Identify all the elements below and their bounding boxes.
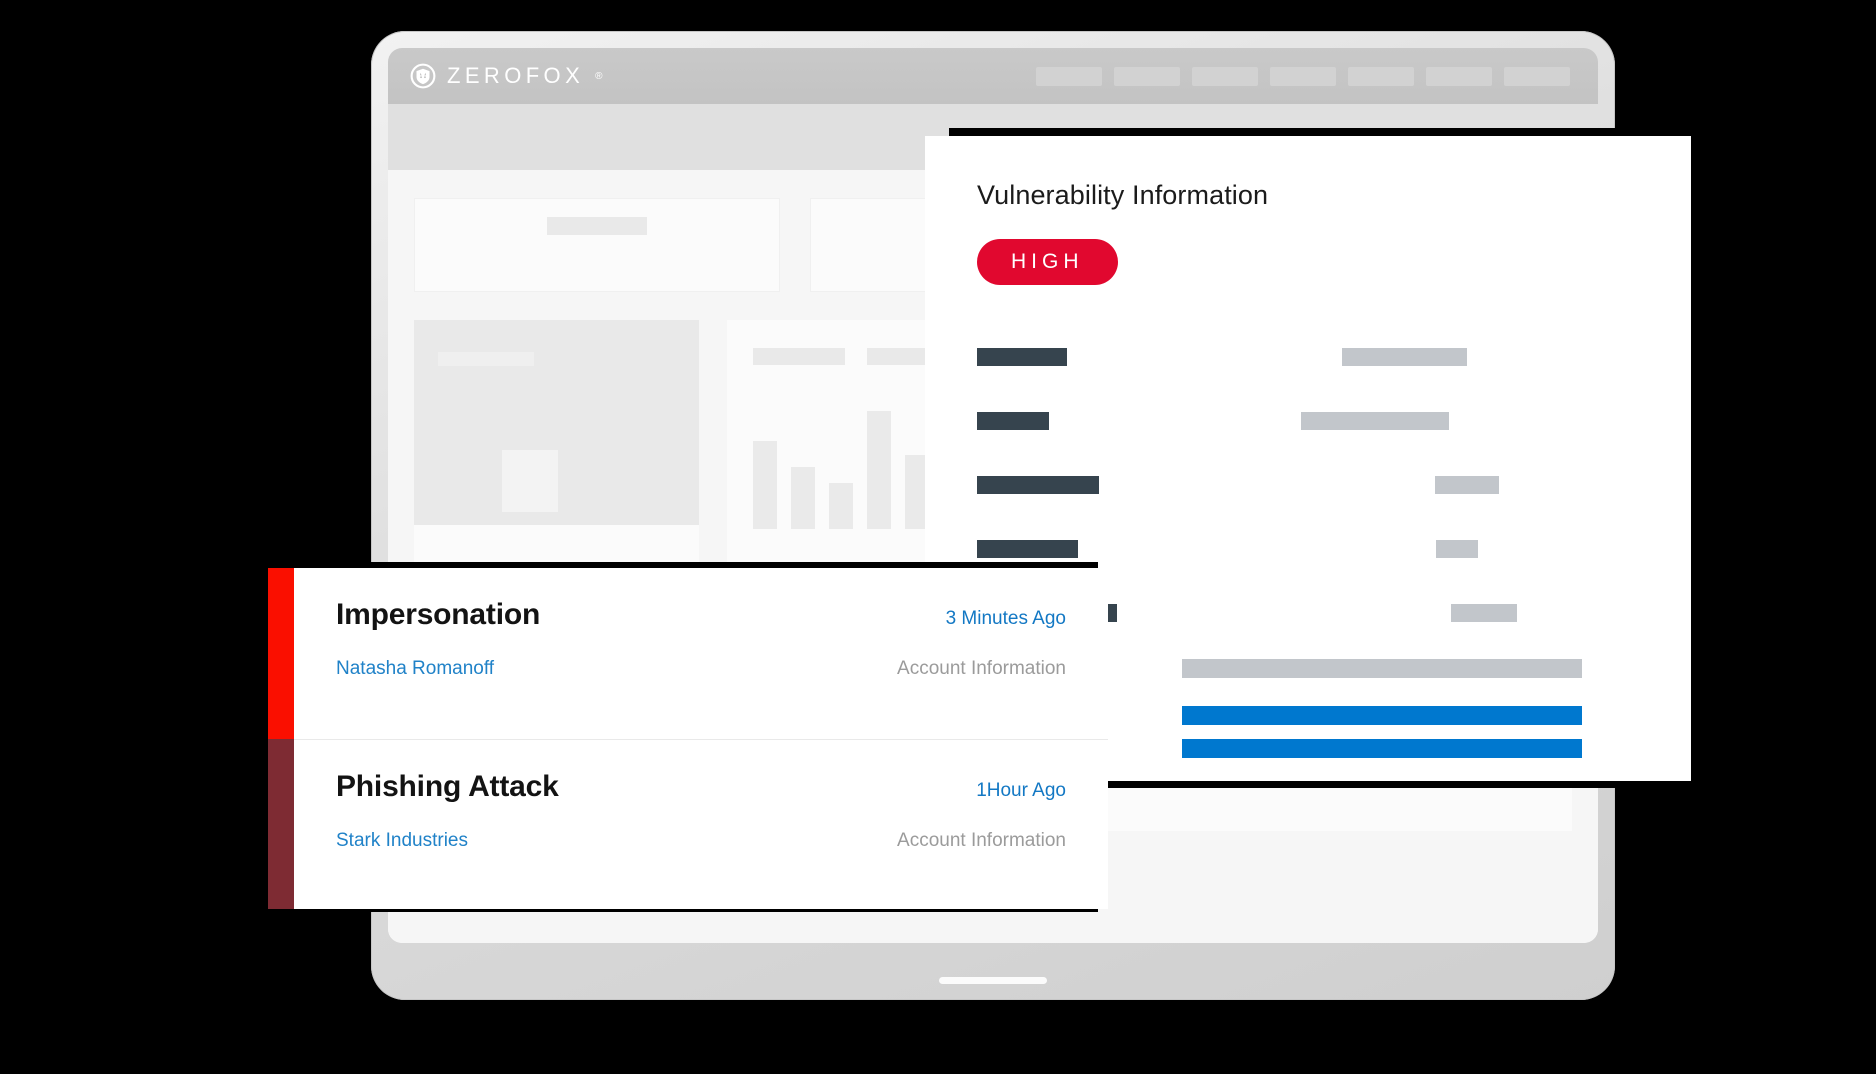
alert-secondary-line: Natasha Romanoff Account Information [336,658,1066,680]
chart-bar [829,483,853,529]
primary-action-bar[interactable] [1182,706,1582,725]
brand-logo[interactable]: ZEROFOX ® [410,63,603,89]
secondary-action-bar[interactable] [1182,739,1582,758]
app-nav [1036,66,1576,86]
detail-value-placeholder [1301,412,1449,430]
alert-severity-strip [268,568,294,909]
detail-value-placeholder [1342,348,1467,366]
alert-timestamp[interactable]: 1Hour Ago [976,780,1066,802]
detail-value-wrap [1117,604,1517,622]
detail-value-placeholder [1451,604,1517,622]
alert-entity-link[interactable]: Stark Industries [336,830,468,852]
detail-row [977,389,1639,453]
app-topbar: ZEROFOX ® [388,48,1598,104]
alert-list-item[interactable]: Impersonation 3 Minutes Ago Natasha Roma… [294,568,1108,739]
detail-row [977,325,1639,389]
alert-severity-marker-medium [268,738,294,909]
nav-item[interactable] [1114,66,1180,86]
chart-tag [753,348,845,365]
nav-item[interactable] [1036,66,1102,86]
summary-block [414,320,699,525]
alert-category: Account Information [897,829,1066,851]
nav-item[interactable] [1426,66,1492,86]
detail-value-placeholder [1436,540,1478,558]
detail-label-placeholder [977,540,1078,558]
detail-value-wrap [1049,412,1449,430]
alert-entity-link[interactable]: Natasha Romanoff [336,658,494,680]
alert-severity-marker-high [268,568,294,739]
nav-item[interactable] [1270,66,1336,86]
alerts-card: Impersonation 3 Minutes Ago Natasha Roma… [268,568,1108,909]
chart-bar [791,467,815,529]
nav-item[interactable] [1348,66,1414,86]
summary-square-placeholder [502,450,558,512]
chart-bar [753,441,777,529]
brand-trademark: ® [595,70,603,82]
brand-name: ZEROFOX [447,63,585,88]
detail-label-placeholder [977,348,1067,366]
screenshot-stage: ZEROFOX ® Vulnerability Information HIGH… [0,0,1876,1074]
detail-label-placeholder [977,476,1099,494]
detail-value-wrap [1067,348,1467,366]
nav-item[interactable] [1192,66,1258,86]
detail-row [977,453,1639,517]
alert-secondary-line: Stark Industries Account Information [336,830,1066,852]
alerts-list: Impersonation 3 Minutes Ago Natasha Roma… [294,568,1108,909]
alert-list-item[interactable]: Phishing Attack 1Hour Ago Stark Industri… [294,738,1108,910]
severity-badge: HIGH [977,239,1118,285]
fox-shield-logo-icon [410,63,436,89]
alert-timestamp[interactable]: 3 Minutes Ago [946,608,1066,630]
detail-label-placeholder [977,412,1049,430]
summary-title-placeholder [438,352,534,366]
alert-title: Impersonation [336,598,541,631]
alert-primary-line: Phishing Attack 1Hour Ago [336,770,1066,804]
chart-bar [867,411,891,529]
kpi-placeholder [547,217,647,235]
alert-primary-line: Impersonation 3 Minutes Ago [336,598,1066,632]
alert-title: Phishing Attack [336,769,559,803]
kpi-card[interactable] [414,198,780,292]
alert-category: Account Information [897,658,1066,679]
detail-value-placeholder [1435,476,1499,494]
detail-value-wrap [1078,540,1478,558]
vulnerability-panel-title: Vulnerability Information [977,180,1269,210]
home-indicator [939,977,1047,984]
detail-value-wrap [1099,476,1499,494]
nav-item[interactable] [1504,66,1570,86]
detail-description-placeholder [1182,659,1582,678]
